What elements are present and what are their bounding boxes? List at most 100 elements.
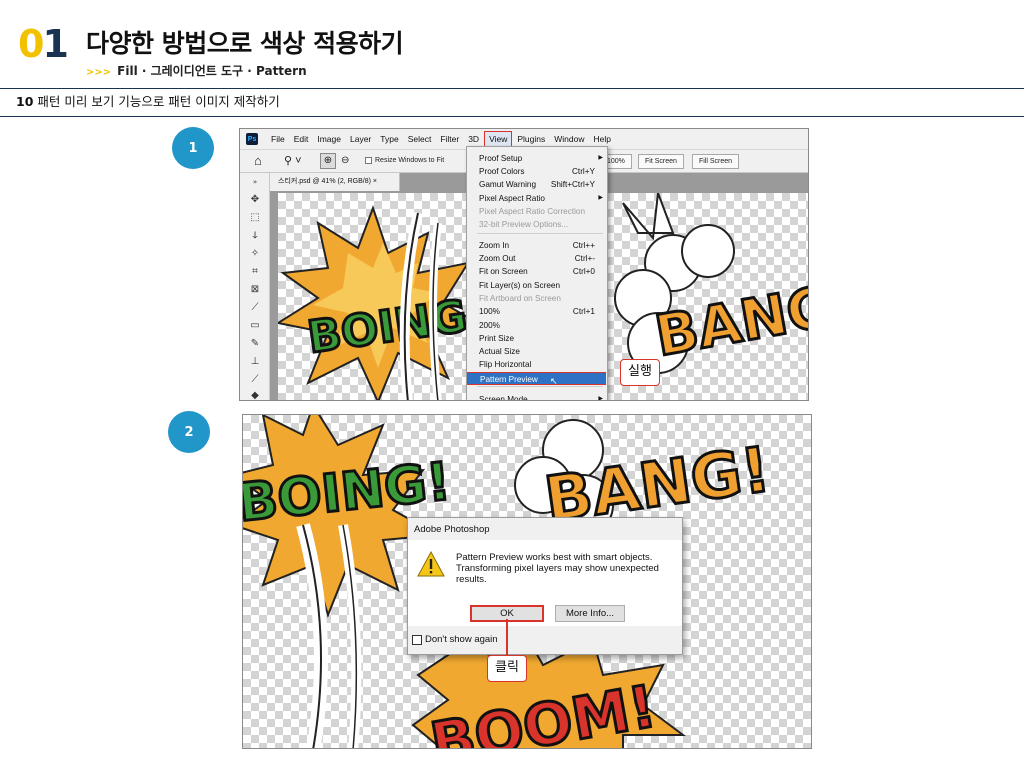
view-menu-item-label: Zoom In <box>479 241 510 250</box>
zoom-tool-icon[interactable]: ⚲ ˅ <box>284 154 302 168</box>
view-menu-item-pixel-aspect-ratio[interactable]: Pixel Aspect Ratio ▶ <box>467 192 607 205</box>
pattern-preview-screenshot: BOING! BANG! BOOM! Adobe Photoshop Patte… <box>242 414 812 749</box>
view-menu-item-label: Proof Colors <box>479 167 525 176</box>
menu-filter[interactable]: Filter <box>436 132 463 146</box>
eraser-tool-icon[interactable]: ◆ <box>248 389 262 400</box>
view-menu-item-100[interactable]: 100% Ctrl+1 <box>467 305 607 318</box>
view-menu-item-print-size[interactable]: Print Size <box>467 332 607 345</box>
photoshop-screenshot-view-menu: Ps File Edit Image Layer Type Select Fil… <box>239 128 809 401</box>
menu-file[interactable]: File <box>267 132 289 146</box>
panel-collapse-icon[interactable]: » <box>248 175 262 189</box>
callout-connector <box>506 619 508 657</box>
eyedropper-tool-icon[interactable]: ⟋ <box>248 301 262 315</box>
mouse-cursor-icon: ↖ <box>550 376 558 386</box>
menu-separator <box>477 386 603 387</box>
submenu-arrow-icon: ▶ <box>598 396 603 401</box>
view-menu-item-label: 200% <box>479 321 500 330</box>
menu-3d[interactable]: 3D <box>464 132 483 146</box>
photoshop-logo-icon: Ps <box>246 133 258 145</box>
menu-type[interactable]: Type <box>376 132 402 146</box>
menu-help[interactable]: Help <box>589 132 614 146</box>
menu-select[interactable]: Select <box>404 132 436 146</box>
view-menu-item-label: Actual Size <box>479 347 520 356</box>
zoom-out-icon[interactable]: ⊖ <box>341 154 349 168</box>
view-menu-item-label: Proof Setup <box>479 154 523 163</box>
zoom-in-icon[interactable]: ⊕ <box>320 153 336 169</box>
frame-tool-icon[interactable]: ⊠ <box>248 283 262 297</box>
view-menu-item-label: Fit on Screen <box>479 267 528 276</box>
resize-windows-label: Resize Windows to Fit <box>375 157 445 164</box>
view-menu-item-fit-on-screen[interactable]: Fit on Screen Ctrl+0 <box>467 265 607 278</box>
menu-layer[interactable]: Layer <box>346 132 375 146</box>
view-menu-item-label: 100% <box>479 307 500 316</box>
view-menu-item-flip-horizontal[interactable]: Flip Horizontal <box>467 358 607 371</box>
menu-window[interactable]: Window <box>550 132 588 146</box>
fill-screen-button[interactable]: Fill Screen <box>692 154 740 169</box>
menu-image[interactable]: Image <box>313 132 345 146</box>
view-menu-item-label: Pixel Aspect Ratio <box>479 194 545 203</box>
view-menu-item-label: Pixel Aspect Ratio Correction <box>479 207 586 216</box>
photoshop-warning-dialog: Adobe Photoshop Pattern Preview works be… <box>407 517 683 655</box>
view-menu-item-label: Screen Mode <box>479 395 528 401</box>
view-menu-item-screen-mode[interactable]: Screen Mode ▶ <box>467 393 607 401</box>
view-menu-item-actual-size[interactable]: Actual Size <box>467 345 607 358</box>
view-menu-item-label: Pattern Preview <box>480 375 538 384</box>
step-badge-2: 2 <box>168 411 210 453</box>
warning-icon <box>417 551 445 577</box>
menu-view[interactable]: View <box>484 131 513 147</box>
history-brush-tool-icon[interactable]: ⟋ <box>248 373 262 387</box>
fit-screen-button[interactable]: Fit Screen <box>638 154 684 169</box>
section-heading: 10 패턴 미리 보기 기능으로 패턴 이미지 제작하기 <box>16 94 280 110</box>
view-menu-item-fit-layer-s-on-screen[interactable]: Fit Layer(s) on Screen <box>467 279 607 292</box>
brush-tool-icon[interactable]: ✎ <box>248 337 262 351</box>
view-menu-item-pattern-preview[interactable]: Pattern Preview ↖ <box>467 372 606 386</box>
view-menu-item-proof-colors[interactable]: Proof Colors Ctrl+Y <box>467 165 607 178</box>
view-menu-item-proof-setup[interactable]: Proof Setup ▶ <box>467 152 607 165</box>
view-menu-item-label: Gamut Warning <box>479 180 537 189</box>
step-badge-1: 1 <box>172 127 214 169</box>
menu-edit[interactable]: Edit <box>290 132 313 146</box>
marquee-tool-icon[interactable]: ⬚ <box>248 211 262 225</box>
crop-tool-icon[interactable]: ⌗ <box>248 265 262 279</box>
view-menu-shortcut: Ctrl+- <box>574 254 595 263</box>
stamp-tool-icon[interactable]: ⊥ <box>248 355 262 369</box>
view-menu-dropdown: Proof Setup ▶ Proof Colors Ctrl+Y Gamut Warn… <box>466 146 608 401</box>
document-tab[interactable]: 스티커.psd @ 41% (2, RGB/8) × <box>270 173 400 191</box>
callout-execute: 실행 <box>620 359 660 386</box>
callout-click: 클릭 <box>487 655 527 682</box>
page-title: 다양한 방법으로 색상 적용하기 <box>86 29 404 58</box>
move-tool-icon[interactable]: ✥ <box>248 193 262 207</box>
chapter-number-digit-1: 1 <box>42 22 68 66</box>
view-menu-item-label: Zoom Out <box>479 254 516 263</box>
close-icon[interactable]: × <box>373 178 377 185</box>
healing-tool-icon[interactable]: ▭ <box>248 319 262 333</box>
checkbox-box <box>365 157 372 164</box>
view-menu-item-label: Print Size <box>479 334 515 343</box>
dialog-body: Pattern Preview works best with smart ob… <box>408 540 682 626</box>
view-menu-item-fit-artboard-on-screen: Fit Artboard on Screen <box>467 292 607 305</box>
menu-plugins[interactable]: Plugins <box>513 132 549 146</box>
header-rule-bottom <box>0 116 1024 117</box>
subtitle-arrows: >>> <box>86 67 112 78</box>
view-menu-shortcut: Ctrl+Y <box>572 167 595 176</box>
dont-show-again-checkbox[interactable]: Don't show again <box>412 634 498 645</box>
home-icon[interactable]: ⌂ <box>254 154 262 168</box>
view-menu-item-zoom-in[interactable]: Zoom In Ctrl++ <box>467 239 607 252</box>
document-tab-label: 스티커.psd @ 41% (2, RGB/8) <box>278 178 371 185</box>
magic-wand-tool-icon[interactable]: ✧ <box>248 247 262 261</box>
dialog-message: Pattern Preview works best with smart ob… <box>456 552 659 585</box>
more-info-button[interactable]: More Info... <box>555 605 625 622</box>
view-menu-item-label: Fit Layer(s) on Screen <box>479 281 560 290</box>
resize-windows-checkbox[interactable]: Resize Windows to Fit <box>365 157 444 164</box>
lasso-tool-icon[interactable]: ↆ <box>248 229 262 243</box>
view-menu-item-200[interactable]: 200% <box>467 319 607 332</box>
view-menu-item-label: Fit Artboard on Screen <box>479 294 561 303</box>
view-menu-item-zoom-out[interactable]: Zoom Out Ctrl+- <box>467 252 607 265</box>
submenu-arrow-icon: ▶ <box>598 155 603 161</box>
menu-separator <box>477 233 603 234</box>
section-number: 10 <box>16 94 34 109</box>
page-subtitle: >>> Fill · 그레이디언트 도구 · Pattern <box>86 63 307 81</box>
view-menu-item-gamut-warning[interactable]: Gamut Warning Shift+Ctrl+Y <box>467 178 607 191</box>
view-menu-item-32-bit-preview-options: 32-bit Preview Options... <box>467 218 607 231</box>
view-menu-shortcut: Shift+Ctrl+Y <box>550 180 595 189</box>
